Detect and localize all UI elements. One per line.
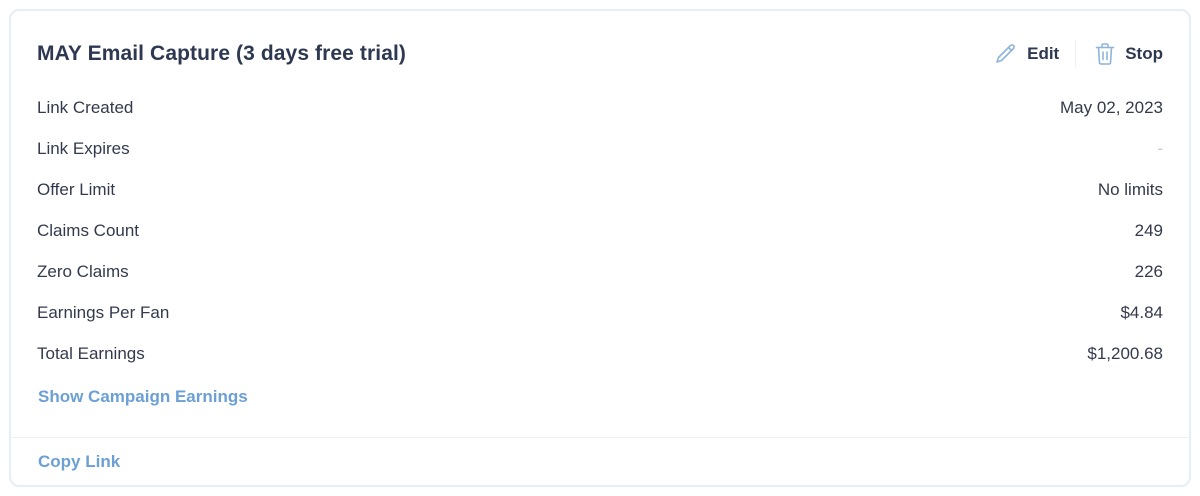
trash-icon: [1094, 42, 1125, 66]
actions-divider: [1075, 40, 1077, 68]
campaign-title: MAY Email Capture (3 days free trial): [37, 42, 407, 65]
detail-value: No limits: [1097, 179, 1163, 199]
detail-row-zero-claims: Zero Claims 226: [37, 251, 1163, 292]
stop-button[interactable]: Stop: [1094, 42, 1163, 66]
detail-value: $1,200.68: [1087, 343, 1163, 363]
card-actions: Edit Stop: [994, 37, 1163, 71]
detail-value: $4.84: [1120, 302, 1163, 322]
detail-label: Claims Count: [37, 220, 140, 240]
detail-value: 249: [1134, 220, 1163, 240]
detail-label: Link Expires: [37, 138, 130, 158]
edit-button[interactable]: Edit: [994, 42, 1059, 66]
edit-label: Edit: [1027, 44, 1060, 63]
detail-label: Offer Limit: [37, 179, 116, 199]
detail-value: May 02, 2023: [1059, 97, 1163, 117]
stop-label: Stop: [1125, 44, 1163, 63]
details-list: Link Created May 02, 2023 Link Expires -…: [37, 87, 1163, 374]
card-header: MAY Email Capture (3 days free trial) Ed…: [37, 37, 1163, 71]
card-footer: Copy Link: [11, 437, 1189, 485]
detail-label: Link Created: [37, 97, 134, 117]
show-campaign-earnings-link[interactable]: Show Campaign Earnings: [38, 387, 248, 407]
detail-label: Total Earnings: [37, 343, 145, 363]
copy-link-button[interactable]: Copy Link: [38, 452, 120, 472]
detail-value: -: [1157, 138, 1163, 158]
pencil-icon: [994, 42, 1027, 66]
detail-row-link-expires: Link Expires -: [37, 128, 1163, 169]
detail-value: 226: [1134, 261, 1163, 281]
detail-row-link-created: Link Created May 02, 2023: [37, 87, 1163, 128]
detail-label: Earnings Per Fan: [37, 302, 170, 322]
detail-label: Zero Claims: [37, 261, 129, 281]
detail-row-claims-count: Claims Count 249: [37, 210, 1163, 251]
detail-row-offer-limit: Offer Limit No limits: [37, 169, 1163, 210]
detail-row-total-earnings: Total Earnings $1,200.68: [37, 333, 1163, 374]
detail-row-earnings-per-fan: Earnings Per Fan $4.84: [37, 292, 1163, 333]
campaign-card: MAY Email Capture (3 days free trial) Ed…: [9, 9, 1191, 487]
